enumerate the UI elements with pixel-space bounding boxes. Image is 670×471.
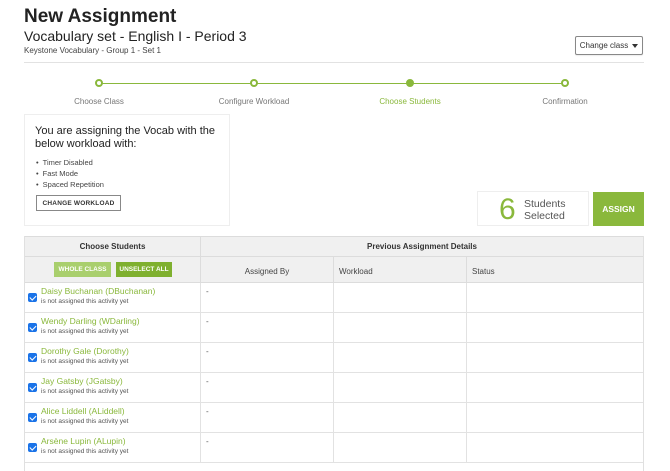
step-confirmation: Confirmation <box>495 76 635 106</box>
table-row: Alice Liddell (ALiddell) is not assigned… <box>25 403 643 433</box>
assigned-by-value: - <box>206 287 209 296</box>
table-header-columns: WHOLE CLASS UNSELECT ALL Assigned By Wor… <box>25 257 643 283</box>
step-choose-students: Choose Students <box>340 76 480 106</box>
assigned-by-value: - <box>206 317 209 326</box>
student-name-link[interactable]: Jay Gatsby (JGatsby) <box>41 376 123 386</box>
assign-button[interactable]: ASSIGN <box>593 192 644 226</box>
student-name-link[interactable]: Wendy Darling (WDarling) <box>41 316 140 326</box>
student-note: is not assigned this activity yet <box>41 388 129 395</box>
student-note: is not assigned this activity yet <box>41 298 129 305</box>
student-checkbox[interactable] <box>28 383 37 392</box>
previous-details-header: Previous Assignment Details <box>367 242 477 251</box>
step-label: Choose Class <box>74 97 124 106</box>
step-dot-icon <box>95 79 103 87</box>
step-label: Confirmation <box>542 97 588 106</box>
student-checkbox[interactable] <box>28 323 37 332</box>
column-workload: Workload <box>334 257 467 282</box>
student-note: is not assigned this activity yet <box>41 328 129 335</box>
unselect-all-button[interactable]: UNSELECT ALL <box>116 262 172 277</box>
student-note: is not assigned this activity yet <box>41 418 129 425</box>
student-name-link[interactable]: Daisy Buchanan (DBuchanan) <box>41 286 155 296</box>
selected-count: 6 <box>499 193 516 226</box>
caret-down-icon <box>632 43 639 48</box>
progress-stepper: Choose Class Configure Workload Choose S… <box>24 76 644 110</box>
table-row: Jay Gatsby (JGatsby) is not assigned thi… <box>25 373 643 403</box>
workload-item: Spaced Repetition <box>36 179 104 190</box>
workload-summary: You are assigning the Vocab with the bel… <box>24 114 230 226</box>
selected-label: Students Selected <box>524 198 565 222</box>
student-checkbox[interactable] <box>28 443 37 452</box>
table-row: Daisy Buchanan (DBuchanan) is not assign… <box>25 283 643 313</box>
student-checkbox[interactable] <box>28 413 37 422</box>
workload-item: Fast Mode <box>36 168 104 179</box>
column-assigned-by: Assigned By <box>201 257 334 282</box>
table-row: Dorothy Gale (Dorothy) is not assigned t… <box>25 343 643 373</box>
step-dot-icon <box>250 79 258 87</box>
assigned-by-value: - <box>206 437 209 446</box>
change-workload-button[interactable]: CHANGE WORKLOAD <box>36 195 121 211</box>
step-label: Choose Students <box>379 97 441 106</box>
student-name-link[interactable]: Dorothy Gale (Dorothy) <box>41 346 129 356</box>
assigned-by-value: - <box>206 347 209 356</box>
step-label: Configure Workload <box>218 97 290 106</box>
student-name-link[interactable]: Alice Liddell (ALiddell) <box>41 406 125 416</box>
assigned-by-value: - <box>206 377 209 386</box>
set-name: Keystone Vocabulary - Group 1 - Set 1 <box>24 46 161 55</box>
choose-students-header: Choose Students <box>25 237 201 257</box>
step-choose-class: Choose Class <box>29 76 169 106</box>
change-class-button[interactable]: Change class <box>575 36 643 55</box>
workload-list: Timer Disabled Fast Mode Spaced Repetiti… <box>36 157 104 190</box>
table-row: Arsène Lupin (ALupin) is not assigned th… <box>25 433 643 463</box>
select-buttons-cell: WHOLE CLASS UNSELECT ALL <box>25 257 201 282</box>
student-name-link[interactable]: Arsène Lupin (ALupin) <box>41 436 126 446</box>
table-header-top: Choose Students Previous Assignment Deta… <box>25 236 643 257</box>
header-divider <box>24 62 644 63</box>
column-status: Status <box>472 267 495 276</box>
selected-label-line1: Students <box>524 198 566 210</box>
workload-heading: You are assigning the Vocab with the bel… <box>35 125 216 150</box>
student-checkbox[interactable] <box>28 293 37 302</box>
change-class-label: Change class <box>579 41 629 50</box>
step-configure-workload: Configure Workload <box>184 76 324 106</box>
student-note: is not assigned this activity yet <box>41 358 129 365</box>
step-dot-icon <box>561 79 569 87</box>
selected-label-line2: Selected <box>524 210 565 222</box>
student-note: is not assigned this activity yet <box>41 448 129 455</box>
assigned-by-value: - <box>206 407 209 416</box>
page-subtitle: Vocabulary set - English I - Period 3 <box>24 28 247 44</box>
whole-class-button[interactable]: WHOLE CLASS <box>54 262 111 277</box>
student-checkbox[interactable] <box>28 353 37 362</box>
table-row: Wendy Darling (WDarling) is not assigned… <box>25 313 643 343</box>
students-table: Choose Students Previous Assignment Deta… <box>24 236 644 471</box>
workload-item: Timer Disabled <box>36 157 104 168</box>
step-dot-icon <box>406 79 414 87</box>
page-title: New Assignment <box>24 6 177 27</box>
students-selected-counter: 6 Students Selected <box>477 191 589 226</box>
